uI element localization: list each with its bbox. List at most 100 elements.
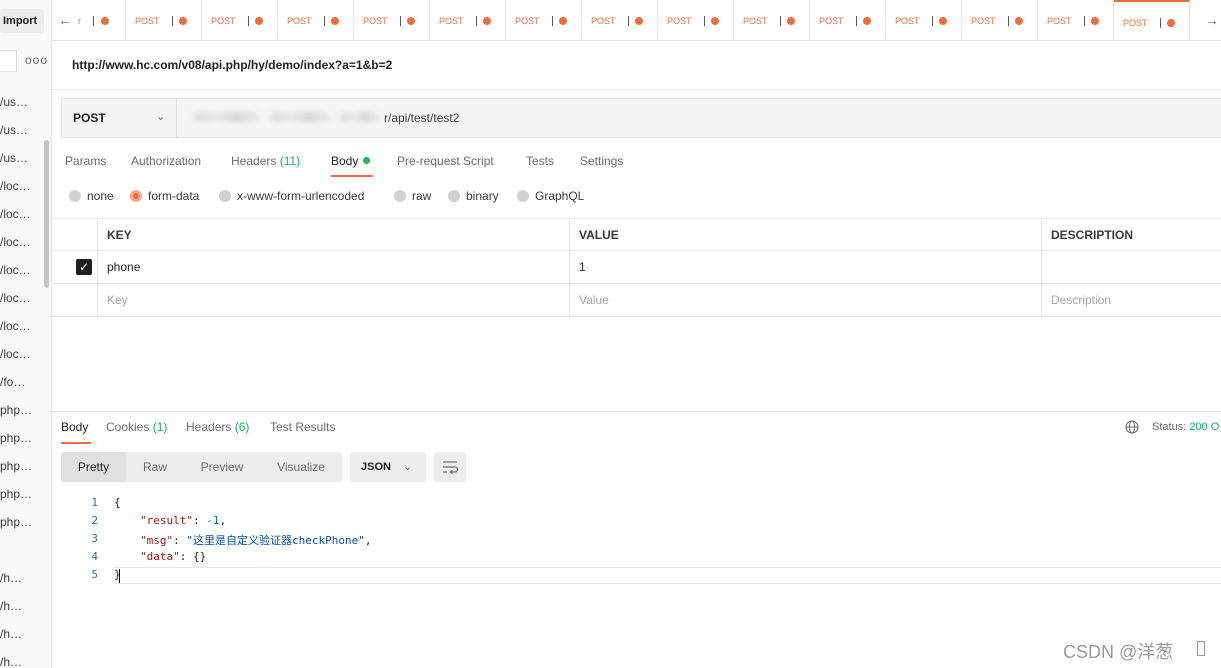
radio-x-www-form-urlencoded[interactable]: x-www-form-urlencoded bbox=[219, 189, 364, 203]
radio-graphql[interactable]: GraphQL bbox=[517, 189, 584, 203]
tab-params[interactable]: Params bbox=[65, 154, 106, 168]
response-tab-test-results[interactable]: Test Results bbox=[270, 420, 335, 434]
body-active-dot-icon bbox=[363, 157, 371, 164]
tab-method-label: POST bbox=[135, 16, 160, 26]
tab-headers[interactable]: Headers (11) bbox=[231, 154, 300, 168]
sidebar-item[interactable]: php… bbox=[0, 480, 44, 508]
response-tab-headers[interactable]: Headers (6) bbox=[186, 420, 249, 434]
unsaved-dot-icon bbox=[863, 17, 871, 25]
tab-name-fragment bbox=[248, 16, 249, 26]
sidebar-item[interactable]: /fo… bbox=[0, 368, 44, 396]
value-input[interactable]: Value bbox=[579, 293, 609, 307]
request-tab[interactable]: POST bbox=[886, 0, 962, 41]
request-tab[interactable]: POST bbox=[126, 0, 202, 41]
tab-name-fragment bbox=[1008, 16, 1009, 26]
request-tab[interactable]: POST bbox=[962, 0, 1038, 41]
request-tab[interactable]: POST bbox=[582, 0, 658, 41]
radio-none[interactable]: none bbox=[69, 189, 114, 203]
request-tab[interactable]: POST bbox=[506, 0, 582, 41]
sidebar-item[interactable]: /loc… bbox=[0, 284, 44, 312]
key-cell[interactable]: phone bbox=[107, 260, 140, 274]
format-raw-button[interactable]: Raw bbox=[126, 452, 184, 482]
radio-circle-icon bbox=[517, 190, 529, 202]
format-visualize-button[interactable]: Visualize bbox=[260, 452, 342, 482]
sidebar: Import ooo /us… /us… /us… /loc… /loc… /l… bbox=[0, 0, 52, 668]
request-tab[interactable]: POST bbox=[734, 0, 810, 41]
description-input[interactable]: Description bbox=[1051, 293, 1111, 307]
request-title[interactable]: http://www.hc.com/v08/api.php/hy/demo/in… bbox=[72, 58, 392, 72]
row-checkbox[interactable]: ✓ bbox=[76, 259, 92, 275]
response-tab-cookies[interactable]: Cookies (1) bbox=[106, 420, 167, 434]
sidebar-item[interactable]: php… bbox=[0, 396, 44, 424]
sidebar-item[interactable]: /loc… bbox=[0, 228, 44, 256]
sidebar-item[interactable]: /loc… bbox=[0, 200, 44, 228]
sidebar-item[interactable]: php… bbox=[0, 424, 44, 452]
unsaved-dot-icon bbox=[635, 17, 643, 25]
request-tab[interactable]: POST bbox=[354, 0, 430, 41]
radio-binary[interactable]: binary bbox=[448, 189, 499, 203]
response-tab-body[interactable]: Body bbox=[61, 420, 88, 434]
sidebar-item[interactable]: php… bbox=[0, 452, 44, 480]
column-divider bbox=[569, 218, 570, 318]
sidebar-item[interactable]: /us… bbox=[0, 88, 44, 116]
tab-method-label: POST bbox=[743, 16, 768, 26]
tab-method-label: POST bbox=[287, 16, 312, 26]
more-options-icon[interactable]: ooo bbox=[25, 53, 48, 67]
sidebar-item[interactable]: php… bbox=[0, 508, 44, 536]
value-cell[interactable]: 1 bbox=[579, 260, 586, 274]
tab-settings[interactable]: Settings bbox=[580, 154, 623, 168]
wrap-lines-button[interactable] bbox=[434, 452, 466, 482]
sidebar-item[interactable]: /us… bbox=[0, 144, 44, 172]
tab-name-fragment bbox=[93, 16, 94, 26]
globe-icon[interactable] bbox=[1125, 420, 1139, 434]
tab-name-fragment bbox=[704, 16, 705, 26]
headers-count-badge: (11) bbox=[279, 154, 301, 168]
tab-tests[interactable]: Tests bbox=[526, 154, 554, 168]
format-pretty-button[interactable]: Pretty bbox=[61, 452, 126, 482]
tab-authorization[interactable]: Authorization bbox=[131, 154, 201, 168]
tab-method-label: POST bbox=[591, 16, 616, 26]
request-tab[interactable]: POST bbox=[278, 0, 354, 41]
request-tab[interactable]: POST bbox=[1038, 0, 1114, 41]
tab-prerequest-script[interactable]: Pre-request Script bbox=[397, 154, 494, 168]
tab-headers-label: Headers bbox=[231, 154, 277, 168]
tab-body-label: Body bbox=[331, 154, 359, 168]
import-button[interactable]: Import bbox=[0, 9, 44, 33]
request-tab[interactable]: POST bbox=[658, 0, 734, 41]
sidebar-scrollbar[interactable] bbox=[44, 140, 49, 288]
sidebar-item[interactable]: /h… bbox=[0, 592, 44, 620]
request-tab[interactable]: POST bbox=[1114, 0, 1190, 41]
radio-raw[interactable]: raw bbox=[394, 189, 431, 203]
sidebar-item[interactable]: /h… bbox=[0, 648, 44, 668]
request-tab[interactable]: POST bbox=[202, 0, 278, 41]
sidebar-item[interactable]: /loc… bbox=[0, 172, 44, 200]
arrow-left-icon[interactable]: ← bbox=[58, 12, 72, 28]
request-tab[interactable]: POST bbox=[810, 0, 886, 41]
sidebar-item[interactable]: /us… bbox=[0, 116, 44, 144]
sidebar-item[interactable]: /h… bbox=[0, 620, 44, 648]
json-colon: : bbox=[192, 514, 207, 527]
tab-body[interactable]: Body bbox=[331, 154, 371, 168]
unsaved-dot-icon bbox=[559, 17, 567, 25]
request-tab[interactable]: r bbox=[74, 0, 126, 41]
response-format-toggle: Pretty Raw Preview Visualize bbox=[61, 452, 342, 482]
url-input[interactable]: r/api/test/test2 bbox=[384, 111, 459, 125]
status-label: Status: bbox=[1152, 421, 1187, 433]
sidebar-item[interactable]: /loc… bbox=[0, 340, 44, 368]
tab-name-fragment bbox=[552, 16, 553, 26]
response-divider[interactable] bbox=[52, 411, 1221, 412]
tab-prerequest-label: Pre-request Script bbox=[397, 154, 494, 168]
key-input[interactable]: Key bbox=[107, 293, 128, 307]
format-preview-button[interactable]: Preview bbox=[184, 452, 260, 482]
sidebar-item[interactable]: /loc… bbox=[0, 256, 44, 284]
sidebar-item[interactable] bbox=[0, 536, 44, 564]
sidebar-search-input[interactable] bbox=[0, 50, 17, 72]
sidebar-item[interactable]: /loc… bbox=[0, 312, 44, 340]
tab-settings-label: Settings bbox=[580, 154, 624, 168]
arrow-right-icon[interactable]: → bbox=[1205, 12, 1219, 28]
request-tab[interactable]: POST bbox=[430, 0, 506, 41]
method-select[interactable]: POST ⌄ bbox=[62, 99, 177, 137]
sidebar-item[interactable]: /h… bbox=[0, 564, 44, 592]
language-select[interactable]: JSON ⌄ bbox=[350, 452, 426, 482]
radio-form-data[interactable]: form-data bbox=[130, 189, 199, 203]
